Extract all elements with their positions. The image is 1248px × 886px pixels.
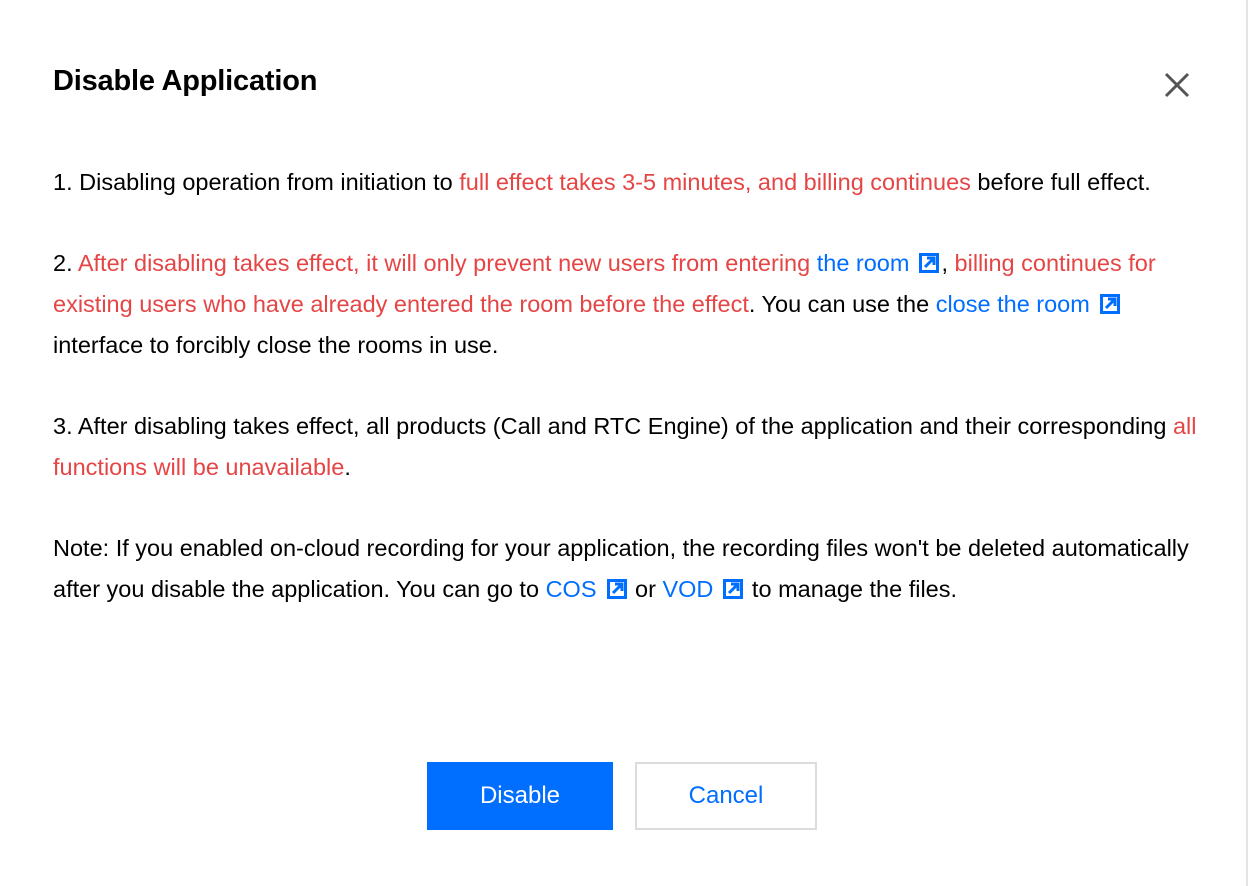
item-2-suffix: interface to forcibly close the rooms in… [53, 332, 499, 358]
item-2: 2. After disabling takes effect, it will… [53, 243, 1203, 366]
close-icon [1164, 72, 1190, 98]
item-1: 1. Disabling operation from initiation t… [53, 162, 1203, 203]
vod-link-label: VOD [662, 576, 714, 602]
the-room-link-label: the room [816, 250, 910, 276]
external-link-icon [1099, 294, 1120, 314]
note: Note: If you enabled on-cloud recording … [53, 528, 1203, 610]
item-1-text: 1. Disabling operation from initiation t… [53, 169, 460, 195]
item-1-warning: full effect takes 3-5 minutes, and billi… [459, 169, 971, 195]
cos-link[interactable]: COS [546, 576, 629, 602]
the-room-link[interactable]: the room [817, 250, 942, 276]
item-3-text: 3. After disabling takes effect, all pro… [53, 413, 1173, 439]
vod-link[interactable]: VOD [662, 576, 745, 602]
dialog-title: Disable Application [53, 65, 318, 97]
external-link-icon [919, 253, 940, 273]
item-2-number: 2. [53, 250, 78, 276]
dialog-footer: Disable Cancel [0, 762, 1248, 830]
note-or: or [628, 576, 663, 602]
cancel-button[interactable]: Cancel [635, 762, 817, 830]
dialog-body: 1. Disabling operation from initiation t… [53, 162, 1203, 650]
close-the-room-link-label: close the room [935, 291, 1090, 317]
external-link-icon [723, 579, 744, 599]
external-link-icon [606, 579, 627, 599]
disable-application-dialog: Disable Application 1. Disabling operati… [0, 0, 1248, 886]
item-2-warning-a: After disabling takes effect, it will on… [77, 250, 817, 276]
item-1-suffix: before full effect. [970, 169, 1151, 195]
item-2-comma: , [941, 250, 955, 276]
item-3: 3. After disabling takes effect, all pro… [53, 406, 1203, 488]
disable-button[interactable]: Disable [427, 762, 613, 830]
close-the-room-link[interactable]: close the room [936, 291, 1122, 317]
item-2-mid: . You can use the [748, 291, 936, 317]
item-3-suffix: . [344, 454, 351, 480]
cos-link-label: COS [545, 576, 597, 602]
note-suffix: to manage the files. [745, 576, 958, 602]
close-button[interactable] [1160, 68, 1194, 102]
